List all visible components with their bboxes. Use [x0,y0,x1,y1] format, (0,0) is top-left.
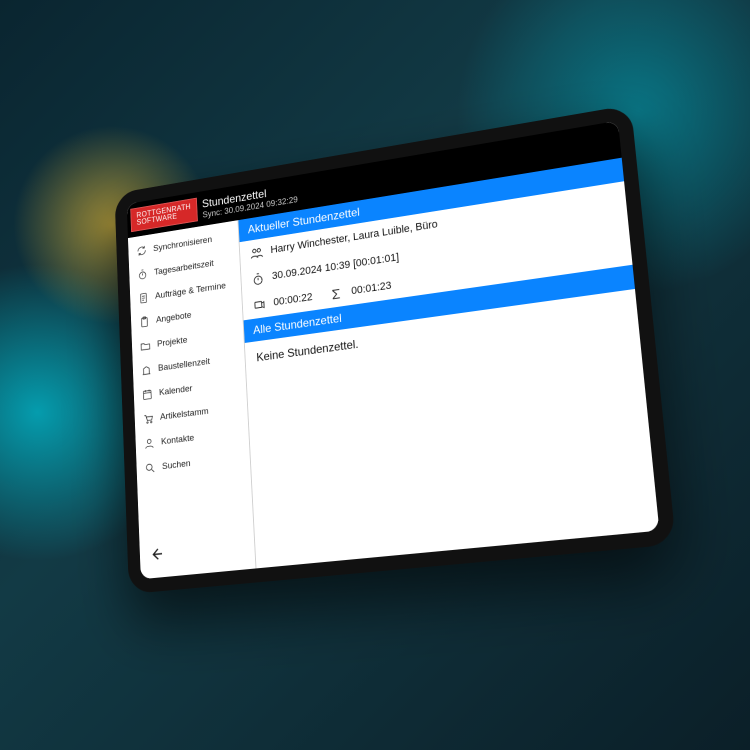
elapsed-value: 00:00:22 [273,291,313,308]
document-icon [137,290,149,305]
nav-label: Angebote [156,310,192,325]
sum-icon [329,285,345,302]
calendar-icon [141,387,154,402]
app-screen: Rottgenrath Software Stundenzettel Sync:… [127,121,660,580]
nav-label: Artikelstamm [160,406,209,423]
nav-label: Projekte [157,334,188,349]
nav-label: Kontakte [161,432,195,446]
clipboard-icon [138,314,151,329]
tablet-frame: Rottgenrath Software Stundenzettel Sync:… [114,105,676,594]
sum-value: 00:01:23 [351,280,392,297]
sync-label: Sync: [202,207,222,219]
construction-icon [140,362,153,377]
stopwatch-icon [250,270,265,287]
stopwatch-icon [136,267,148,282]
nav-label: Suchen [162,458,191,472]
main-content: Aktueller Stundenzettel Harry Winchester… [238,158,659,569]
nav-label: Tagesarbeitszeit [154,258,214,277]
person-icon [142,436,155,451]
nav-label: Kalender [159,383,193,398]
timer-icon [251,296,266,313]
sidebar: Synchronisieren Tagesarbeitszeit Aufträg… [128,220,256,579]
back-button[interactable] [148,545,165,569]
nav-label: Aufträge & Termine [155,280,226,301]
cart-icon [142,411,155,426]
sync-icon [135,243,147,258]
brand-logo: Rottgenrath Software [130,197,197,232]
nav-label: Baustellenzeit [158,356,210,373]
search-icon [143,460,156,475]
nav-label: Synchronisieren [153,234,212,253]
folder-icon [139,338,152,353]
people-icon [249,244,264,261]
